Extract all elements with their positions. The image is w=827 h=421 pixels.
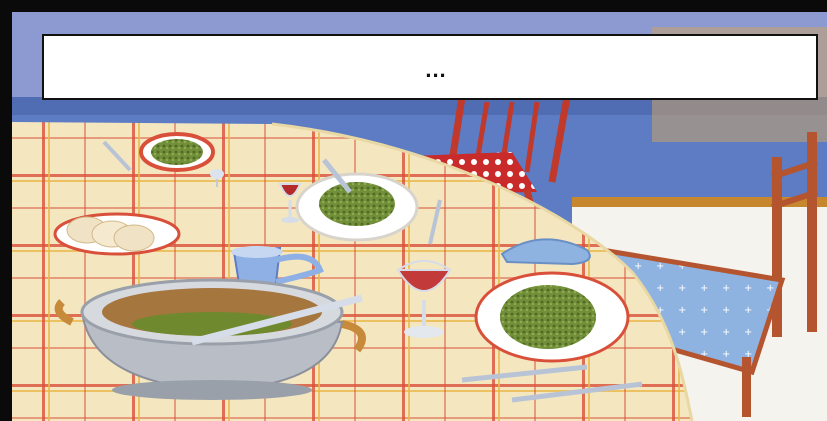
caption-text: ... — [425, 57, 447, 82]
caption-box: ... — [42, 34, 818, 100]
plate-icon — [295, 172, 419, 242]
illustration-scene: + — [12, 12, 827, 421]
plate-icon — [139, 132, 215, 172]
bread-icon — [53, 212, 181, 256]
plate-icon — [474, 271, 630, 363]
image-frame: + — [0, 0, 827, 421]
